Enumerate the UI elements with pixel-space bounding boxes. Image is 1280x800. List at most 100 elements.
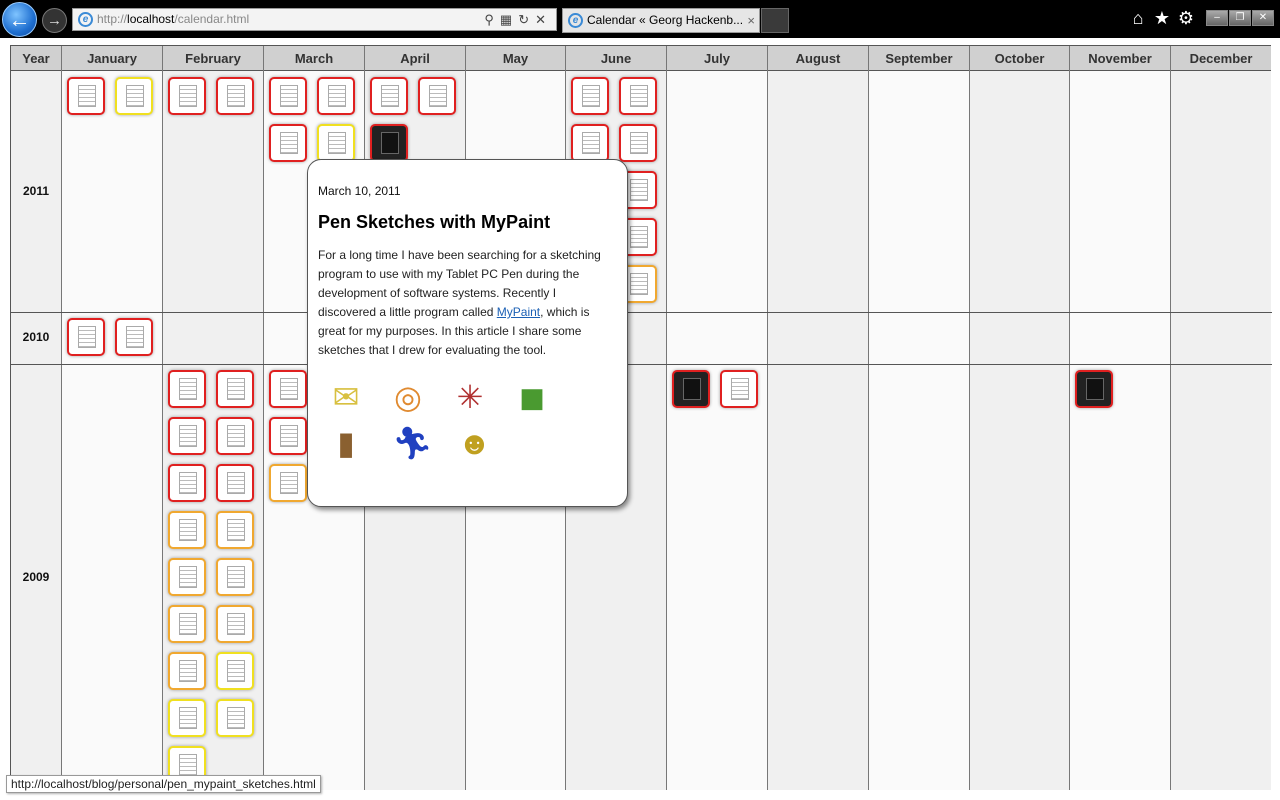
status-bar: http://localhost/blog/personal/pen_mypai… bbox=[6, 775, 321, 793]
month-header-february: February bbox=[163, 46, 263, 71]
post-thumbnail[interactable] bbox=[269, 464, 307, 502]
calendar-grid: Year 2011 2010 2009 January February Mar… bbox=[10, 45, 1272, 790]
gear-icon[interactable]: ⚙ bbox=[1174, 8, 1198, 29]
post-title[interactable]: Pen Sketches with MyPaint bbox=[318, 212, 617, 233]
month-header-june: June bbox=[566, 46, 666, 71]
post-thumbnail[interactable] bbox=[571, 124, 609, 162]
post-thumbnail[interactable] bbox=[168, 652, 206, 690]
forward-button[interactable]: → bbox=[42, 8, 67, 33]
month-header-september: September bbox=[869, 46, 969, 71]
post-thumbnail[interactable] bbox=[370, 77, 408, 115]
restore-button[interactable]: ❐ bbox=[1229, 10, 1251, 26]
month-header-december: December bbox=[1171, 46, 1271, 71]
month-column-august: August bbox=[768, 46, 869, 790]
post-thumbnail[interactable] bbox=[216, 77, 254, 115]
post-thumbnail[interactable] bbox=[216, 558, 254, 596]
post-preview-popup: March 10, 2011 Pen Sketches with MyPaint… bbox=[307, 159, 628, 507]
rss-icon[interactable]: ◎ bbox=[380, 374, 436, 420]
post-thumbnail[interactable] bbox=[619, 77, 657, 115]
new-tab-button[interactable] bbox=[761, 8, 789, 33]
month-header-april: April bbox=[365, 46, 465, 71]
year-label-2010: 2010 bbox=[22, 330, 50, 344]
month-header-august: August bbox=[768, 46, 868, 71]
post-thumbnail[interactable] bbox=[672, 370, 710, 408]
post-thumbnail[interactable] bbox=[115, 77, 153, 115]
sparkle-icon[interactable]: ✳ bbox=[442, 374, 498, 420]
post-thumbnail[interactable] bbox=[115, 318, 153, 356]
mypaint-link[interactable]: MyPaint bbox=[497, 305, 540, 319]
post-thumbnail[interactable] bbox=[269, 370, 307, 408]
search-icon[interactable]: ⚲ bbox=[484, 12, 500, 27]
post-thumbnail[interactable] bbox=[168, 464, 206, 502]
year-column: Year 2011 2010 2009 bbox=[11, 46, 62, 790]
post-thumbnail[interactable] bbox=[67, 77, 105, 115]
address-bar[interactable]: e http://localhost/calendar.html ⚲▦↻✕ bbox=[72, 8, 557, 31]
post-thumbnail[interactable] bbox=[168, 605, 206, 643]
row-divider bbox=[11, 312, 1272, 313]
book-icon[interactable]: ▮ bbox=[318, 420, 374, 466]
row-divider bbox=[11, 364, 1272, 365]
month-header-october: October bbox=[970, 46, 1069, 71]
post-thumbnail[interactable] bbox=[67, 318, 105, 356]
address-host: localhost bbox=[127, 12, 175, 26]
refresh-icon[interactable]: ↻ bbox=[518, 12, 535, 27]
tab-close-icon[interactable]: × bbox=[745, 9, 755, 32]
month-column-october: October bbox=[970, 46, 1070, 790]
tab-calendar[interactable]: e Calendar « Georg Hackenb... × bbox=[562, 8, 760, 33]
post-date: March 10, 2011 bbox=[318, 184, 401, 198]
month-column-november: November bbox=[1070, 46, 1171, 790]
post-thumbnail[interactable] bbox=[720, 370, 758, 408]
ie-icon: e bbox=[78, 12, 93, 27]
window-buttons: – ❐ ✕ bbox=[1206, 7, 1275, 26]
sketch-gallery: ✉ ◎ ✳ ◼ ▮ 🏃︎ ☻ bbox=[318, 374, 617, 466]
post-thumbnail[interactable] bbox=[168, 77, 206, 115]
envelope-icon[interactable]: ✉ bbox=[318, 374, 374, 420]
address-path: /calendar.html bbox=[174, 12, 250, 26]
month-header-march: March bbox=[264, 46, 364, 71]
post-thumbnail[interactable] bbox=[1075, 370, 1113, 408]
post-thumbnail[interactable] bbox=[168, 699, 206, 737]
close-button[interactable]: ✕ bbox=[1252, 10, 1274, 26]
bucket-icon[interactable]: ◼ bbox=[504, 374, 560, 420]
star-icon[interactable]: ★ bbox=[1150, 8, 1174, 29]
month-column-january: January bbox=[62, 46, 163, 790]
post-thumbnail[interactable] bbox=[216, 511, 254, 549]
face-icon[interactable]: ☻ bbox=[446, 420, 502, 466]
ie-icon: e bbox=[568, 13, 583, 28]
post-excerpt: For a long time I have been searching fo… bbox=[318, 246, 617, 360]
month-header-july: July bbox=[667, 46, 767, 71]
tab-title: Calendar « Georg Hackenb... bbox=[587, 13, 744, 27]
browser-right-icons: ⌂ ★ ⚙ bbox=[1126, 8, 1198, 29]
year-header: Year bbox=[11, 46, 61, 71]
post-thumbnail[interactable] bbox=[168, 558, 206, 596]
month-header-january: January bbox=[62, 46, 162, 71]
post-thumbnail[interactable] bbox=[571, 77, 609, 115]
month-header-may: May bbox=[466, 46, 565, 71]
minimize-button[interactable]: – bbox=[1206, 10, 1228, 26]
month-column-september: September bbox=[869, 46, 970, 790]
post-thumbnail[interactable] bbox=[269, 124, 307, 162]
address-tools[interactable]: ⚲▦↻✕ bbox=[484, 9, 552, 30]
post-thumbnail[interactable] bbox=[216, 699, 254, 737]
post-thumbnail[interactable] bbox=[317, 124, 355, 162]
post-thumbnail[interactable] bbox=[168, 370, 206, 408]
post-thumbnail[interactable] bbox=[619, 124, 657, 162]
home-icon[interactable]: ⌂ bbox=[1126, 8, 1150, 29]
post-thumbnail[interactable] bbox=[370, 124, 408, 162]
back-button[interactable]: ← bbox=[2, 2, 37, 37]
post-thumbnail[interactable] bbox=[269, 77, 307, 115]
post-thumbnail[interactable] bbox=[269, 417, 307, 455]
post-thumbnail[interactable] bbox=[216, 605, 254, 643]
post-thumbnail[interactable] bbox=[216, 370, 254, 408]
post-thumbnail[interactable] bbox=[216, 464, 254, 502]
runner-icon[interactable]: 🏃︎ bbox=[384, 420, 440, 466]
post-thumbnail[interactable] bbox=[168, 417, 206, 455]
post-thumbnail[interactable] bbox=[216, 417, 254, 455]
year-label-2011: 2011 bbox=[22, 184, 50, 198]
post-thumbnail[interactable] bbox=[168, 511, 206, 549]
post-thumbnail[interactable] bbox=[317, 77, 355, 115]
stop-icon[interactable]: ✕ bbox=[535, 12, 552, 27]
post-thumbnail[interactable] bbox=[418, 77, 456, 115]
post-thumbnail[interactable] bbox=[216, 652, 254, 690]
compat-icon[interactable]: ▦ bbox=[500, 12, 518, 27]
